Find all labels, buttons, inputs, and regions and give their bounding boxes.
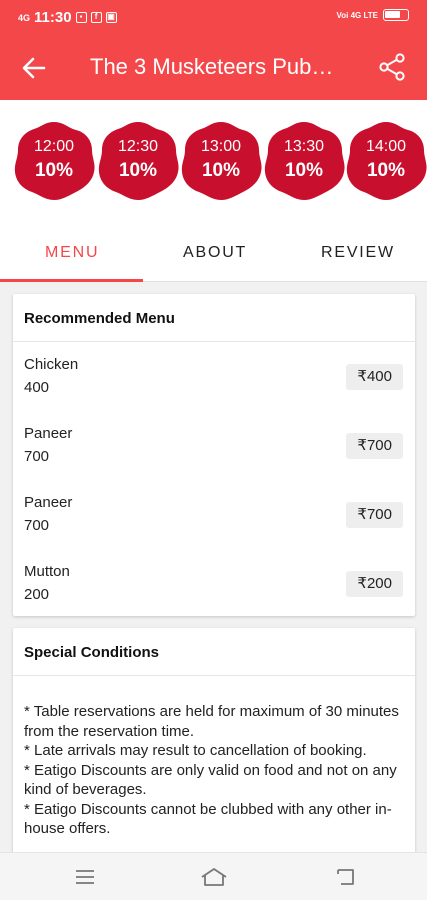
tab-about[interactable]: ABOUT (183, 244, 247, 262)
slot-discount: 10% (34, 160, 74, 181)
nav-home-button[interactable] (200, 865, 228, 889)
menu-item-price: ₹400 (346, 364, 403, 390)
time-slot[interactable]: 14:00 10% (344, 118, 427, 202)
home-icon (201, 868, 227, 886)
app-bar: The 3 Musketeers Pub… (0, 34, 427, 100)
status-time: 11:30 (34, 9, 72, 26)
condition-line: * Table reservations are held for maximu… (24, 703, 399, 740)
slot-time: 13:00 (200, 138, 242, 155)
menu-item-name: Paneer (24, 494, 73, 511)
gallery-icon: ▣ (105, 12, 117, 23)
menu-item-quantity: 700 (24, 517, 50, 534)
special-conditions-text: * Table reservations are held for maximu… (24, 702, 408, 839)
time-slot[interactable]: 13:30 10% (262, 118, 346, 202)
menu-item-price: ₹700 (346, 433, 403, 459)
arrow-left-icon (22, 57, 46, 79)
menu-item[interactable]: Paneer 700 ₹700 (13, 494, 415, 563)
menu-item-price: ₹200 (346, 571, 403, 597)
back-button[interactable] (18, 52, 50, 84)
menu-item-quantity: 700 (24, 448, 50, 465)
menu-item[interactable]: Chicken 400 ₹400 (13, 356, 415, 425)
menu-lines-icon (76, 870, 94, 884)
slot-time: 13:30 (283, 138, 325, 155)
menu-item-quantity: 400 (24, 379, 50, 396)
time-slot-strip: 12:00 10% 12:30 10% 13:00 10% 13:30 10% … (0, 100, 427, 220)
tab-menu[interactable]: MENU (45, 244, 99, 262)
carrier-label: Voi 4G LTE (336, 10, 378, 20)
recommended-menu-title: Recommended Menu (13, 294, 415, 342)
special-conditions-title: Special Conditions (13, 628, 415, 676)
condition-line: * Eatigo Discounts cannot be clubbed wit… (24, 800, 392, 838)
restaurant-title: The 3 Musketeers Pub… (90, 54, 334, 79)
menu-item-name: Paneer (24, 425, 73, 442)
battery-icon (383, 9, 409, 21)
condition-line: * Eatigo Discounts are only valid on foo… (24, 761, 397, 799)
time-slot[interactable]: 12:30 10% (96, 118, 180, 202)
special-conditions-card: Special Conditions * Table reservations … (13, 628, 415, 868)
network-type: 4G (18, 12, 31, 23)
notification-icon: ▪ (75, 12, 87, 23)
menu-item-name: Chicken (24, 356, 79, 373)
status-bar: 4G 11:30 ▪ f ▣ Voi 4G LTE (0, 0, 427, 34)
tab-review[interactable]: REVIEW (321, 244, 395, 262)
slot-time: 14:00 (365, 138, 407, 155)
condition-line: * Late arrivals may result to cancellati… (24, 742, 367, 759)
slot-discount: 10% (201, 160, 241, 181)
share-button[interactable] (377, 52, 407, 82)
slot-discount: 10% (284, 160, 324, 181)
tab-bar: MENU ABOUT REVIEW (0, 220, 427, 282)
status-right: Voi 4G LTE (337, 9, 409, 21)
active-tab-indicator (0, 279, 143, 282)
menu-item[interactable]: Paneer 700 ₹700 (13, 425, 415, 494)
slot-discount: 10% (118, 160, 158, 181)
menu-item-quantity: 200 (24, 586, 50, 603)
nav-back-button[interactable] (333, 865, 357, 889)
share-icon (379, 53, 405, 81)
menu-item[interactable]: Mutton 200 ₹200 (13, 563, 415, 632)
status-left: 4G 11:30 ▪ f ▣ (18, 9, 117, 26)
facebook-icon: f (90, 12, 102, 23)
system-nav-bar (0, 852, 427, 900)
slot-time: 12:00 (33, 138, 75, 155)
slot-time: 12:30 (117, 138, 159, 155)
menu-item-price: ₹700 (346, 502, 403, 528)
time-slot[interactable]: 12:00 10% (12, 118, 96, 202)
recommended-menu-card: Recommended Menu Chicken 400 ₹400 Paneer… (13, 294, 415, 616)
menu-item-name: Mutton (24, 563, 70, 580)
nav-menu-button[interactable] (73, 865, 97, 889)
back-icon (337, 869, 354, 885)
slot-discount: 10% (366, 160, 406, 181)
time-slot[interactable]: 13:00 10% (179, 118, 263, 202)
